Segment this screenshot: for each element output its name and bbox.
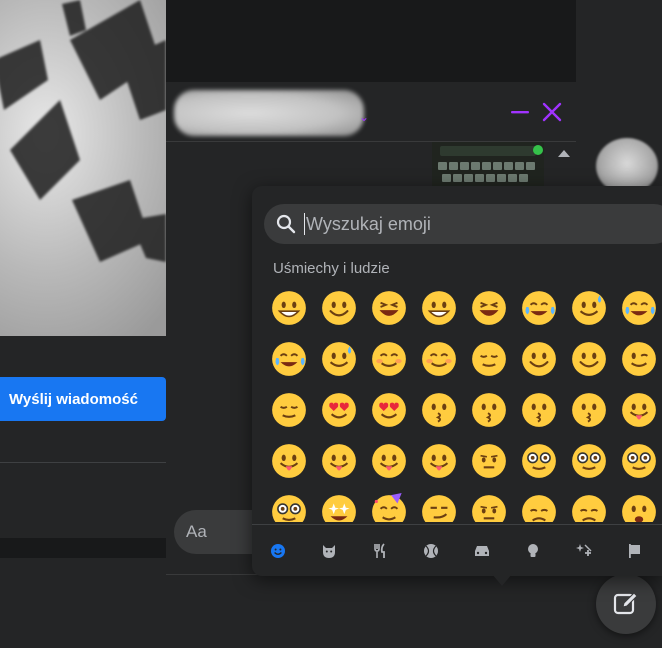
emoji-item[interactable] (464, 333, 514, 384)
emoji-item[interactable] (364, 435, 414, 486)
category-food-icon[interactable] (354, 536, 405, 566)
emoji-item[interactable] (464, 384, 514, 435)
emoji-item[interactable] (514, 486, 564, 522)
emoji-item[interactable] (314, 282, 364, 333)
category-flags-icon[interactable] (609, 536, 660, 566)
emoji-item[interactable] (564, 486, 614, 522)
emoji-item[interactable] (564, 435, 614, 486)
category-symbols-icon[interactable] (558, 536, 609, 566)
emoji-grid (264, 282, 662, 522)
divider (0, 462, 166, 463)
category-smileys-icon[interactable] (252, 536, 303, 566)
emoji-item[interactable] (514, 435, 564, 486)
contact-name-redacted[interactable] (174, 90, 364, 136)
emoji-item[interactable] (614, 282, 662, 333)
emoji-item[interactable] (564, 282, 614, 333)
emoji-item[interactable] (264, 384, 314, 435)
emoji-item[interactable] (614, 486, 662, 522)
new-message-button[interactable] (596, 574, 656, 634)
emoji-item[interactable] (414, 435, 464, 486)
emoji-picker: Wyszukaj emoji Uśmiechy i ludzie (252, 186, 662, 576)
chat-header: ⌄ (166, 82, 576, 142)
emoji-item[interactable] (314, 333, 364, 384)
chevron-down-icon[interactable]: ⌄ (359, 110, 369, 124)
minimize-icon[interactable] (508, 100, 532, 124)
picker-pointer (492, 574, 512, 586)
emoji-item[interactable] (614, 435, 662, 486)
search-icon (276, 214, 296, 234)
send-message-button[interactable]: Wyślij wiadomość (0, 377, 166, 421)
emoji-item[interactable] (564, 333, 614, 384)
emoji-item[interactable] (464, 435, 514, 486)
emoji-item[interactable] (314, 384, 364, 435)
emoji-item[interactable] (264, 282, 314, 333)
close-icon[interactable] (540, 100, 564, 124)
emoji-item[interactable] (414, 333, 464, 384)
emoji-item[interactable] (514, 384, 564, 435)
emoji-item[interactable] (514, 282, 564, 333)
emoji-item[interactable] (264, 486, 314, 522)
emoji-item[interactable] (614, 384, 662, 435)
emoji-item[interactable] (464, 282, 514, 333)
emoji-item[interactable] (564, 384, 614, 435)
emoji-item[interactable] (364, 486, 414, 522)
emoji-item[interactable] (364, 384, 414, 435)
scroll-up-arrow-icon[interactable] (558, 150, 570, 157)
emoji-item[interactable] (464, 486, 514, 522)
category-animals-icon[interactable] (303, 536, 354, 566)
emoji-item[interactable] (514, 333, 564, 384)
emoji-item[interactable] (314, 486, 364, 522)
send-message-label: Wyślij wiadomość (9, 390, 138, 408)
category-travel-icon[interactable] (456, 536, 507, 566)
emoji-category-label: Uśmiechy i ludzie (273, 260, 390, 277)
emoji-item[interactable] (614, 333, 662, 384)
emoji-item[interactable] (264, 435, 314, 486)
emoji-category-bar (252, 524, 662, 576)
emoji-search-input[interactable]: Wyszukaj emoji (264, 204, 662, 244)
chat-footer (166, 574, 576, 648)
emoji-item[interactable] (264, 333, 314, 384)
emoji-item[interactable] (314, 435, 364, 486)
emoji-item[interactable] (364, 333, 414, 384)
category-objects-icon[interactable] (507, 536, 558, 566)
emoji-item[interactable] (414, 486, 464, 522)
emoji-search-placeholder: Wyszukaj emoji (304, 213, 431, 235)
category-activities-icon[interactable] (405, 536, 456, 566)
message-input-placeholder: Aa (186, 522, 207, 541)
emoji-item[interactable] (414, 384, 464, 435)
emoji-item[interactable] (414, 282, 464, 333)
emoji-item[interactable] (364, 282, 414, 333)
divider-band (0, 538, 166, 558)
background-photo (0, 0, 166, 336)
compose-icon (613, 592, 638, 615)
